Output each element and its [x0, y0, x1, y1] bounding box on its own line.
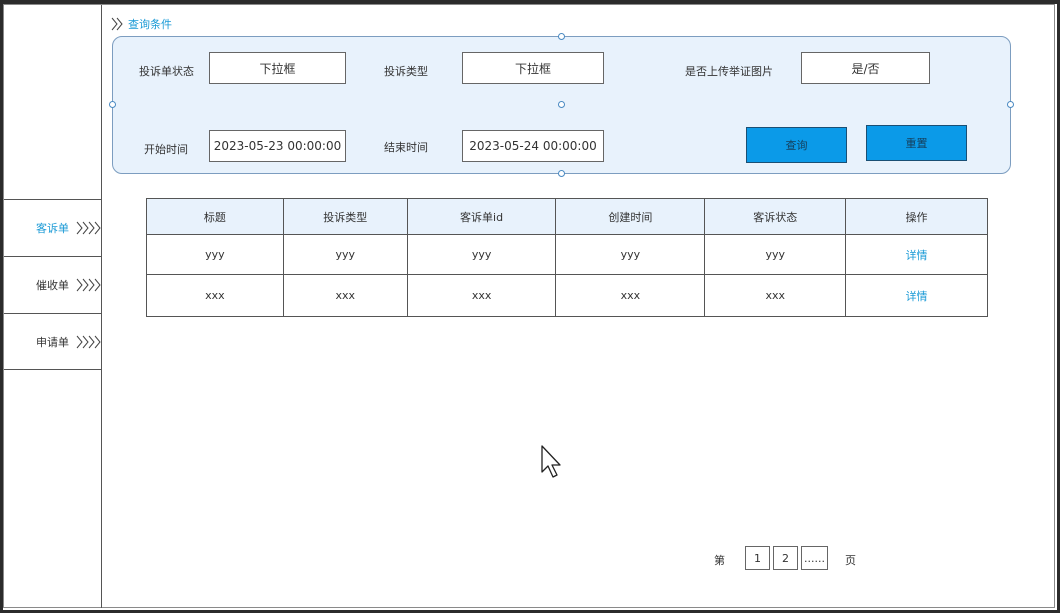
column-header: 标题: [146, 198, 284, 235]
chevrons-right-icon: [76, 221, 101, 235]
search-button[interactable]: 查询: [746, 127, 847, 163]
column-header: 客诉单id: [406, 198, 557, 235]
end-time-label: 结束时间: [384, 141, 428, 154]
table-cell: xxx: [146, 274, 284, 317]
table-cell: yyy: [704, 234, 847, 275]
pager-prefix: 第: [714, 554, 725, 567]
chevrons-right-icon: [76, 335, 101, 349]
column-header: 投诉类型: [282, 198, 408, 235]
type-dropdown[interactable]: 下拉框: [462, 52, 604, 84]
table-cell: yyy: [555, 234, 706, 275]
resize-handle[interactable]: [1007, 101, 1014, 108]
page-ellipsis-button[interactable]: ......: [801, 546, 828, 570]
table-cell: xxx: [704, 274, 847, 317]
query-section-title: 查询条件: [128, 18, 172, 31]
column-header: 客诉状态: [704, 198, 847, 235]
status-dropdown[interactable]: 下拉框: [209, 52, 346, 84]
chevrons-right-icon: [76, 278, 101, 292]
detail-link[interactable]: 详情: [906, 290, 928, 303]
image-upload-label: 是否上传举证图片: [685, 65, 773, 78]
page-button-2[interactable]: 2: [773, 546, 798, 570]
image-upload-select[interactable]: 是/否: [801, 52, 930, 84]
table-cell: xxx: [406, 274, 557, 317]
sidebar-item-label: 催收单: [36, 279, 69, 292]
chevron-right-icon: [111, 17, 123, 31]
resize-handle[interactable]: [558, 101, 565, 108]
query-panel: 投诉单状态 下拉框 投诉类型 下拉框 是否上传举证图片 是/否 开始时间 202…: [109, 33, 1014, 177]
sidebar-item-label: 申请单: [36, 335, 69, 349]
table-cell-action: 详情: [845, 234, 988, 275]
page-button-1[interactable]: 1: [745, 546, 770, 570]
table-cell-action: 详情: [845, 274, 988, 317]
results-table: 标题 投诉类型 客诉单id 创建时间 客诉状态 操作 yyy yyy yyy y…: [146, 198, 988, 317]
resize-handle[interactable]: [558, 33, 565, 40]
sidebar-item-application[interactable]: 申请单: [4, 313, 102, 370]
table-cell: yyy: [282, 234, 408, 275]
sidebar-item-collection[interactable]: 催收单: [4, 256, 102, 313]
start-time-label: 开始时间: [144, 143, 188, 156]
table-cell: yyy: [406, 234, 557, 275]
end-time-input[interactable]: 2023-05-24 00:00:00: [462, 130, 604, 162]
column-header: 创建时间: [555, 198, 706, 235]
table-row: xxx xxx xxx xxx xxx 详情: [146, 274, 988, 317]
column-header: 操作: [845, 198, 988, 235]
table-row: yyy yyy yyy yyy yyy 详情: [146, 234, 988, 275]
reset-button[interactable]: 重置: [866, 125, 967, 161]
table-cell: xxx: [282, 274, 408, 317]
table-cell: xxx: [555, 274, 706, 317]
table-header-row: 标题 投诉类型 客诉单id 创建时间 客诉状态 操作: [146, 198, 988, 235]
table-cell: yyy: [146, 234, 284, 275]
mouse-pointer-icon: [541, 445, 561, 478]
sidebar: 客诉单 催收单 申请单: [4, 5, 102, 608]
detail-link[interactable]: 详情: [906, 249, 928, 262]
status-label: 投诉单状态: [139, 65, 194, 78]
pager-suffix: 页: [845, 554, 856, 567]
type-label: 投诉类型: [384, 65, 428, 78]
sidebar-item-complaint[interactable]: 客诉单: [4, 199, 102, 256]
resize-handle[interactable]: [558, 170, 565, 177]
start-time-input[interactable]: 2023-05-23 00:00:00: [209, 130, 346, 162]
resize-handle[interactable]: [109, 101, 116, 108]
query-section-header: 查询条件: [111, 16, 172, 32]
sidebar-item-label: 客诉单: [36, 222, 69, 235]
